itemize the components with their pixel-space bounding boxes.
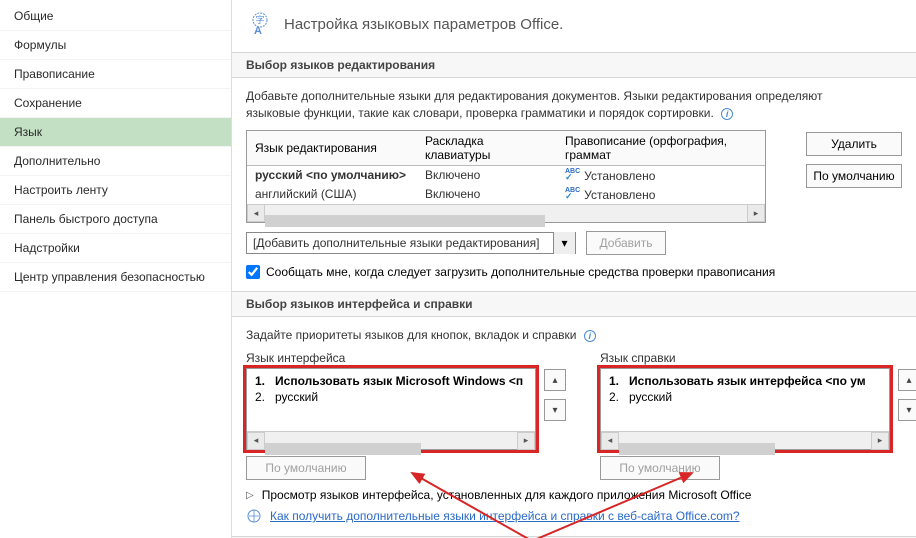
ui-lang-box: Язык интерфейса 1. Использовать язык Mic… bbox=[246, 351, 536, 480]
ui-default-button: По умолчанию bbox=[246, 456, 366, 480]
sidebar-item-qat[interactable]: Панель быстрого доступа bbox=[0, 205, 231, 234]
hscroll[interactable]: ◂ ▸ bbox=[601, 431, 889, 449]
delete-button[interactable]: Удалить bbox=[806, 132, 902, 156]
ui-desc: Задайте приоритеты языков для кнопок, вк… bbox=[246, 328, 576, 342]
list-item[interactable]: 2. русский bbox=[255, 389, 527, 405]
svg-text:字: 字 bbox=[255, 14, 264, 25]
section-ui-body: Задайте приоритеты языков для кнопок, вк… bbox=[232, 317, 916, 537]
col-proof[interactable]: Правописание (орфография, граммат bbox=[557, 131, 765, 166]
move-up-button[interactable]: ▴ bbox=[898, 369, 916, 391]
notify-download-checkbox[interactable] bbox=[246, 265, 260, 279]
section-editing-title: Выбор языков редактирования bbox=[232, 52, 916, 78]
help-lang-title: Язык справки bbox=[600, 351, 890, 365]
move-down-button[interactable]: ▾ bbox=[544, 399, 566, 421]
sidebar-item-proofing[interactable]: Правописание bbox=[0, 60, 231, 89]
scroll-left-icon[interactable]: ◂ bbox=[247, 204, 265, 222]
sidebar-item-formulas[interactable]: Формулы bbox=[0, 31, 231, 60]
link-icon bbox=[246, 508, 262, 524]
ui-lang-list[interactable]: 1. Использовать язык Microsoft Windows <… bbox=[246, 368, 536, 450]
sidebar-nav: Общие Формулы Правописание Сохранение Яз… bbox=[0, 0, 232, 538]
move-up-button[interactable]: ▴ bbox=[544, 369, 566, 391]
sidebar-item-save[interactable]: Сохранение bbox=[0, 89, 231, 118]
info-icon[interactable]: i bbox=[721, 108, 733, 120]
list-item[interactable]: 2. русский bbox=[609, 389, 881, 405]
get-more-langs-link[interactable]: Как получить дополнительные языки интерф… bbox=[270, 509, 740, 523]
help-lang-list[interactable]: 1. Использовать язык интерфейса <по ум 2… bbox=[600, 368, 890, 450]
ui-lang-title: Язык интерфейса bbox=[246, 351, 536, 365]
scroll-right-icon[interactable]: ▸ bbox=[871, 432, 889, 450]
chevron-down-icon[interactable]: ▾ bbox=[553, 232, 575, 254]
page-title: Настройка языковых параметров Office. bbox=[284, 16, 563, 33]
hscroll[interactable]: ◂ ▸ bbox=[247, 431, 535, 449]
list-item[interactable]: 1. Использовать язык Microsoft Windows <… bbox=[255, 373, 527, 389]
sidebar-item-trust[interactable]: Центр управления безопасностью bbox=[0, 263, 231, 292]
view-installed-langs-label[interactable]: Просмотр языков интерфейса, установленны… bbox=[262, 488, 752, 502]
section-editing-body: Добавьте дополнительные языки для редакт… bbox=[232, 78, 916, 291]
col-layout[interactable]: Раскладка клавиатуры bbox=[417, 131, 557, 166]
scroll-right-icon[interactable]: ▸ bbox=[747, 204, 765, 222]
scroll-right-icon[interactable]: ▸ bbox=[517, 432, 535, 450]
hscroll[interactable]: ◂ ▸ bbox=[247, 204, 765, 222]
sidebar-item-ribbon[interactable]: Настроить ленту bbox=[0, 176, 231, 205]
sidebar-item-addins[interactable]: Надстройки bbox=[0, 234, 231, 263]
proofing-installed-icon: ABC✓ bbox=[565, 168, 580, 179]
add-button: Добавить bbox=[586, 231, 666, 255]
language-settings-icon: 字 A bbox=[246, 10, 274, 38]
info-icon[interactable]: i bbox=[584, 330, 596, 342]
table-row[interactable]: русский <по умолчанию> Включено ABC✓Уста… bbox=[247, 165, 765, 185]
disclosure-triangle-icon[interactable]: ▷ bbox=[246, 490, 254, 501]
scroll-left-icon[interactable]: ◂ bbox=[601, 432, 619, 450]
editing-desc: Добавьте дополнительные языки для редакт… bbox=[246, 89, 823, 120]
help-lang-box: Язык справки 1. Использовать язык интерф… bbox=[600, 351, 890, 480]
list-item[interactable]: 1. Использовать язык интерфейса <по ум bbox=[609, 373, 881, 389]
sidebar-item-advanced[interactable]: Дополнительно bbox=[0, 147, 231, 176]
sidebar-item-language[interactable]: Язык bbox=[0, 118, 231, 147]
sidebar-item-general[interactable]: Общие bbox=[0, 2, 231, 31]
table-row[interactable]: английский (США) Включено ABC✓Установлен… bbox=[247, 185, 765, 204]
set-default-button[interactable]: По умолчанию bbox=[806, 164, 902, 188]
section-ui-title: Выбор языков интерфейса и справки bbox=[232, 291, 916, 317]
notify-download-label: Сообщать мне, когда следует загрузить до… bbox=[266, 265, 775, 279]
col-lang[interactable]: Язык редактирования bbox=[247, 131, 417, 166]
main-panel: 字 A Настройка языковых параметров Office… bbox=[232, 0, 916, 538]
help-default-button: По умолчанию bbox=[600, 456, 720, 480]
editing-lang-table[interactable]: Язык редактирования Раскладка клавиатуры… bbox=[246, 130, 766, 223]
move-down-button[interactable]: ▾ bbox=[898, 399, 916, 421]
svg-text:A: A bbox=[254, 25, 262, 37]
add-lang-dropdown[interactable]: [Добавить дополнительные языки редактиро… bbox=[246, 232, 576, 254]
proofing-installed-icon: ABC✓ bbox=[565, 187, 580, 198]
scroll-left-icon[interactable]: ◂ bbox=[247, 432, 265, 450]
